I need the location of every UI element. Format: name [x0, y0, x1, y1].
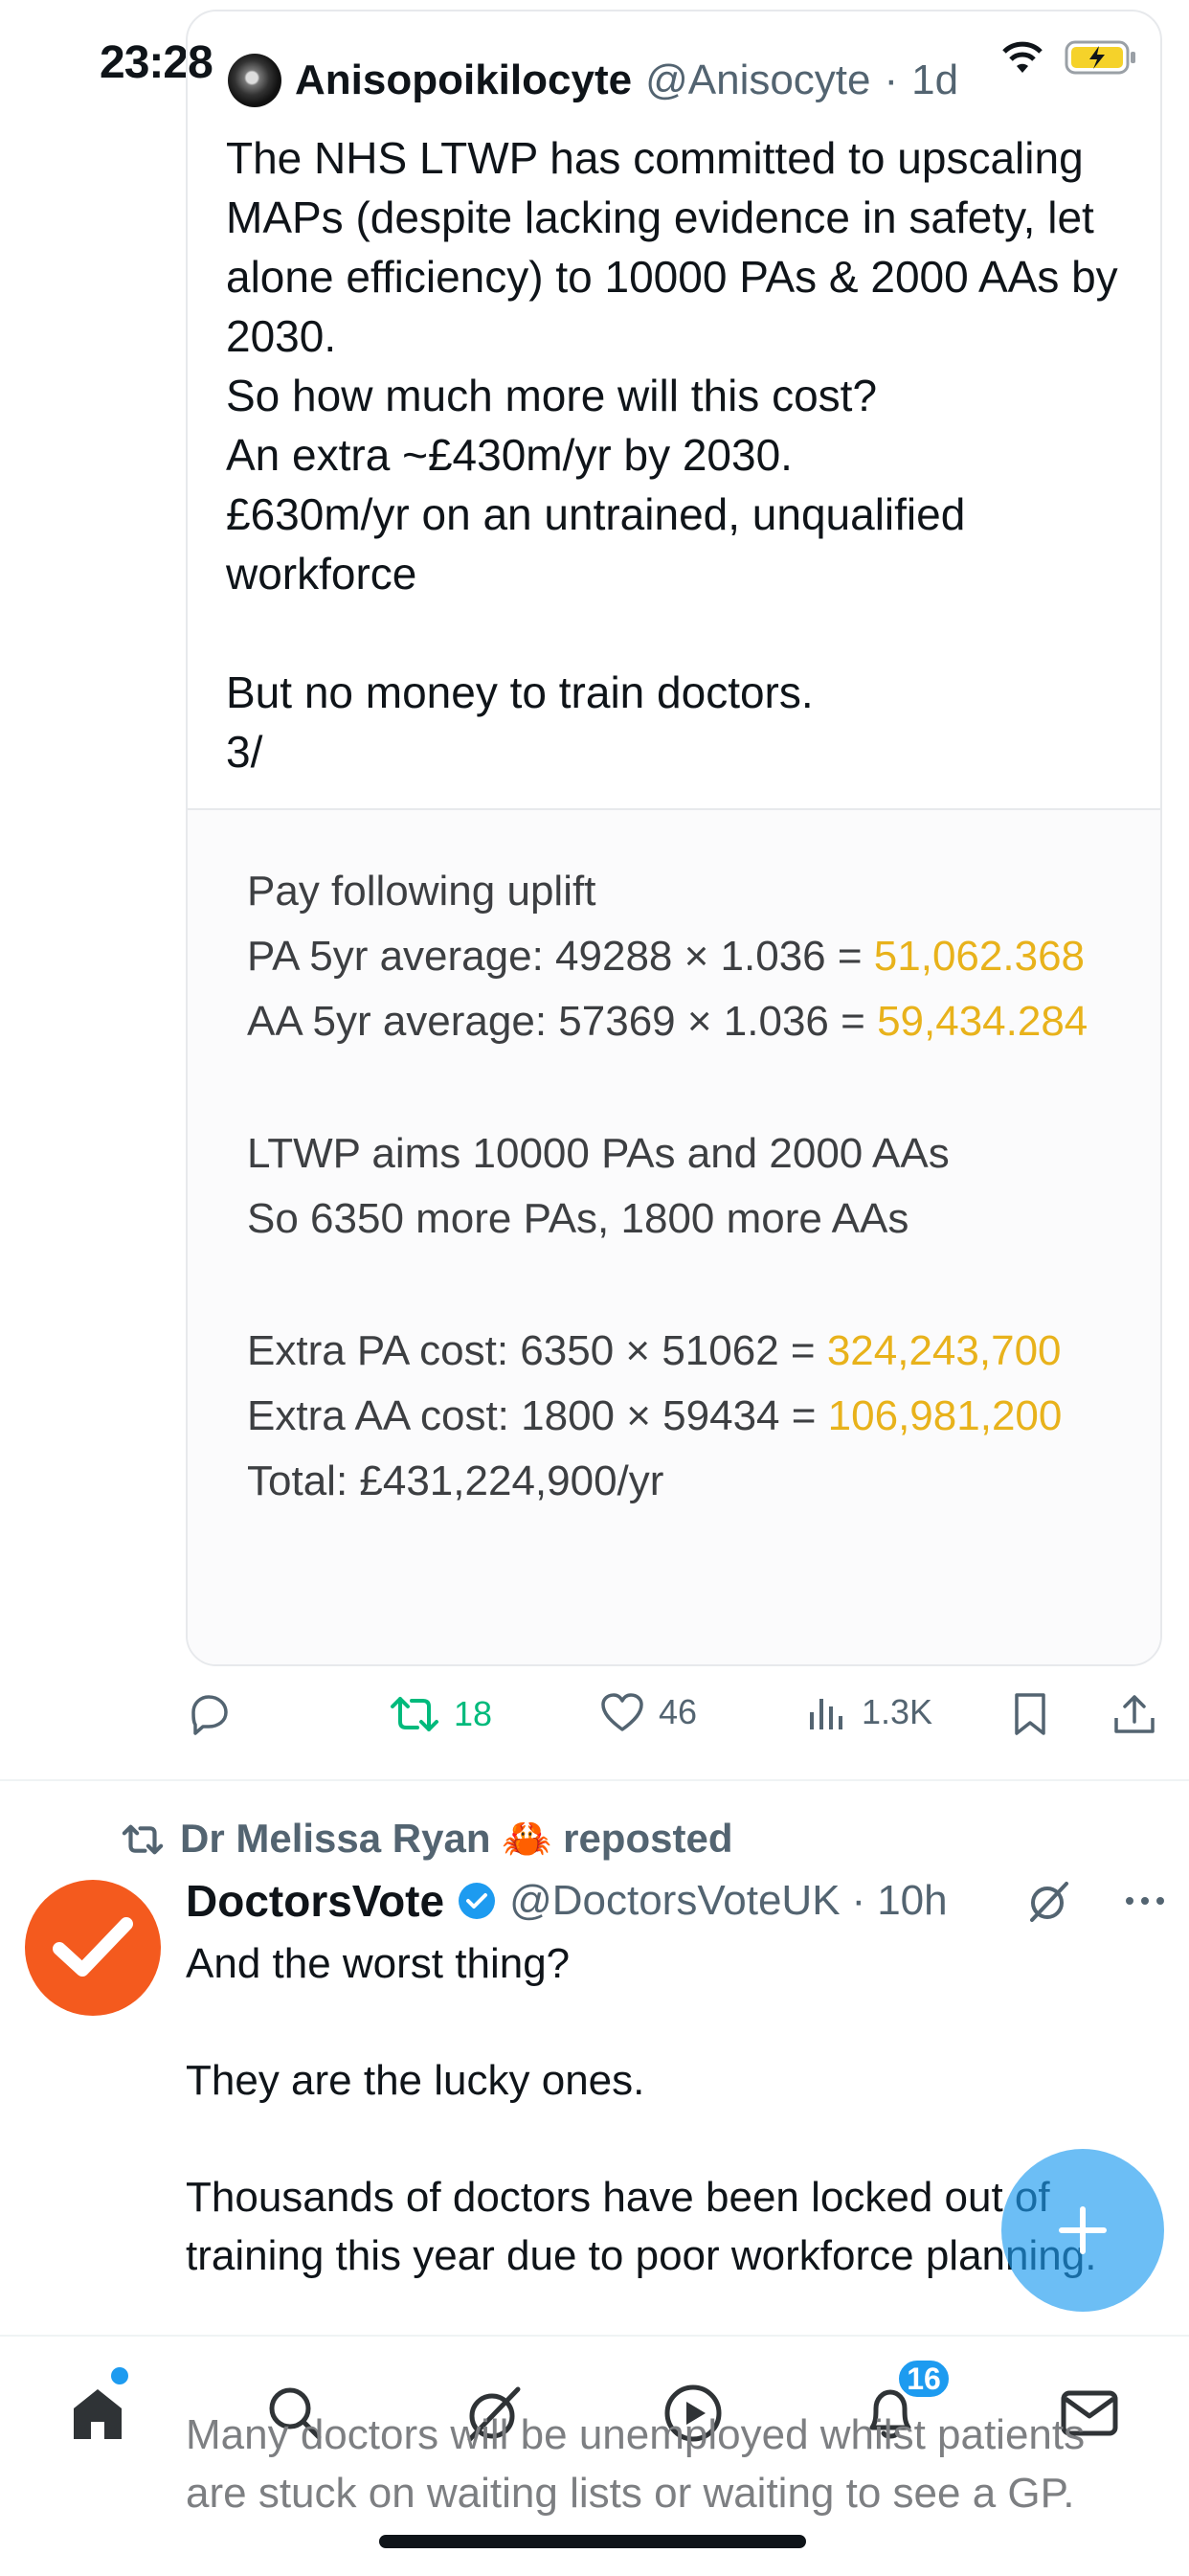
compose-button[interactable] — [1001, 2149, 1164, 2312]
verified-badge-icon — [459, 1883, 496, 1919]
quoted-tweet-card[interactable]: Anisopoikilocyte @Anisocyte · 1d The NHS… — [186, 10, 1162, 1666]
notifications-badge: 16 — [896, 2358, 952, 2400]
avatar[interactable] — [228, 54, 281, 107]
checkmark-icon — [53, 1917, 133, 1977]
repost-icon — [122, 1824, 164, 1854]
view-count: 1.3K — [862, 1692, 933, 1731]
nav-home[interactable] — [59, 2375, 136, 2452]
grok-icon[interactable] — [1026, 1878, 1072, 1924]
reply-button[interactable] — [186, 1691, 245, 1737]
repost-count: 18 — [454, 1694, 493, 1733]
bookmark-icon — [1015, 1693, 1045, 1735]
home-unread-dot — [111, 2367, 128, 2384]
image-aa-average-label: AA 5yr average: 57369 × 1.036 = — [247, 998, 865, 1045]
avatar[interactable] — [25, 1880, 161, 2016]
home-indicator[interactable] — [379, 2535, 806, 2548]
repost-icon — [391, 1697, 438, 1731]
image-more: So 6350 more PAs, 1800 more AAs — [247, 1195, 909, 1242]
image-aims: LTWP aims 10000 PAs and 2000 AAs — [247, 1130, 950, 1177]
tweet-text-continued: Many doctors will be unemployed whilst p… — [186, 2411, 1097, 2517]
image-aa-cost-label: Extra AA cost: 1800 × 59434 = — [247, 1392, 817, 1439]
reposted-by: Dr Melissa Ryan 🦀 reposted — [180, 1816, 733, 1861]
views-button[interactable]: 1.3K — [806, 1691, 932, 1733]
image-pa-average-value: 51,062.368 — [873, 933, 1086, 980]
image-aa-average-value: 59,434.284 — [877, 998, 1088, 1045]
separator-dot: · — [851, 1877, 866, 1924]
tweet-time: 1d — [911, 56, 959, 103]
image-total: Total: £431,224,900/yr — [247, 1457, 664, 1504]
tweet-text: The NHS LTWP has committed to upscaling … — [226, 133, 1118, 777]
image-pa-cost-label: Extra PA cost: 6350 × 51062 = — [247, 1327, 816, 1374]
tweet-separator — [0, 1779, 1189, 1781]
home-icon — [74, 2389, 122, 2439]
tweet-image[interactable]: Pay following uplift PA 5yr average: 492… — [188, 810, 1160, 1664]
like-count: 46 — [659, 1692, 698, 1731]
image-pa-average: PA 5yr average: 49288 × 1.036 = 51,062.3… — [247, 933, 1085, 981]
tweet-actions: 18 46 1.3K — [186, 1691, 1162, 1745]
plus-icon — [1059, 2206, 1107, 2254]
image-aa-cost-value: 106,981,200 — [827, 1392, 1063, 1439]
tweet-time: 10h — [877, 1877, 948, 1924]
more-options-icon[interactable] — [1124, 1895, 1166, 1907]
repost-button[interactable]: 18 — [389, 1691, 492, 1737]
image-aa-cost: Extra AA cost: 1800 × 59434 = 106,981,20… — [247, 1392, 1062, 1440]
share-icon — [1114, 1695, 1155, 1733]
quoted-tweet-header: Anisopoikilocyte @Anisocyte · 1d — [228, 54, 1132, 107]
image-heading: Pay following uplift — [247, 868, 596, 915]
views-icon — [810, 1699, 842, 1729]
image-pa-cost-value: 324,243,700 — [826, 1327, 1062, 1374]
repost-indicator[interactable]: Dr Melissa Ryan 🦀 reposted — [121, 1816, 732, 1863]
separator-dot: · — [884, 56, 899, 103]
tweet-header: DoctorsVote @DoctorsVoteUK · 10h — [186, 1875, 1166, 1927]
reply-icon — [191, 1695, 228, 1735]
share-button[interactable] — [1112, 1691, 1156, 1737]
author-handle[interactable]: @DoctorsVoteUK — [509, 1877, 840, 1925]
author-handle[interactable]: @Anisocyte — [645, 56, 870, 104]
image-aa-average: AA 5yr average: 57369 × 1.036 = 59,434.2… — [247, 998, 1088, 1046]
image-pa-average-label: PA 5yr average: 49288 × 1.036 = — [247, 933, 863, 980]
author-name[interactable]: DoctorsVote — [186, 1875, 444, 1927]
image-pa-cost: Extra PA cost: 6350 × 51062 = 324,243,70… — [247, 1327, 1062, 1375]
heart-icon — [601, 1693, 643, 1731]
like-button[interactable]: 46 — [599, 1691, 697, 1733]
author-name[interactable]: Anisopoikilocyte — [295, 56, 632, 104]
bookmark-button[interactable] — [1011, 1691, 1049, 1737]
